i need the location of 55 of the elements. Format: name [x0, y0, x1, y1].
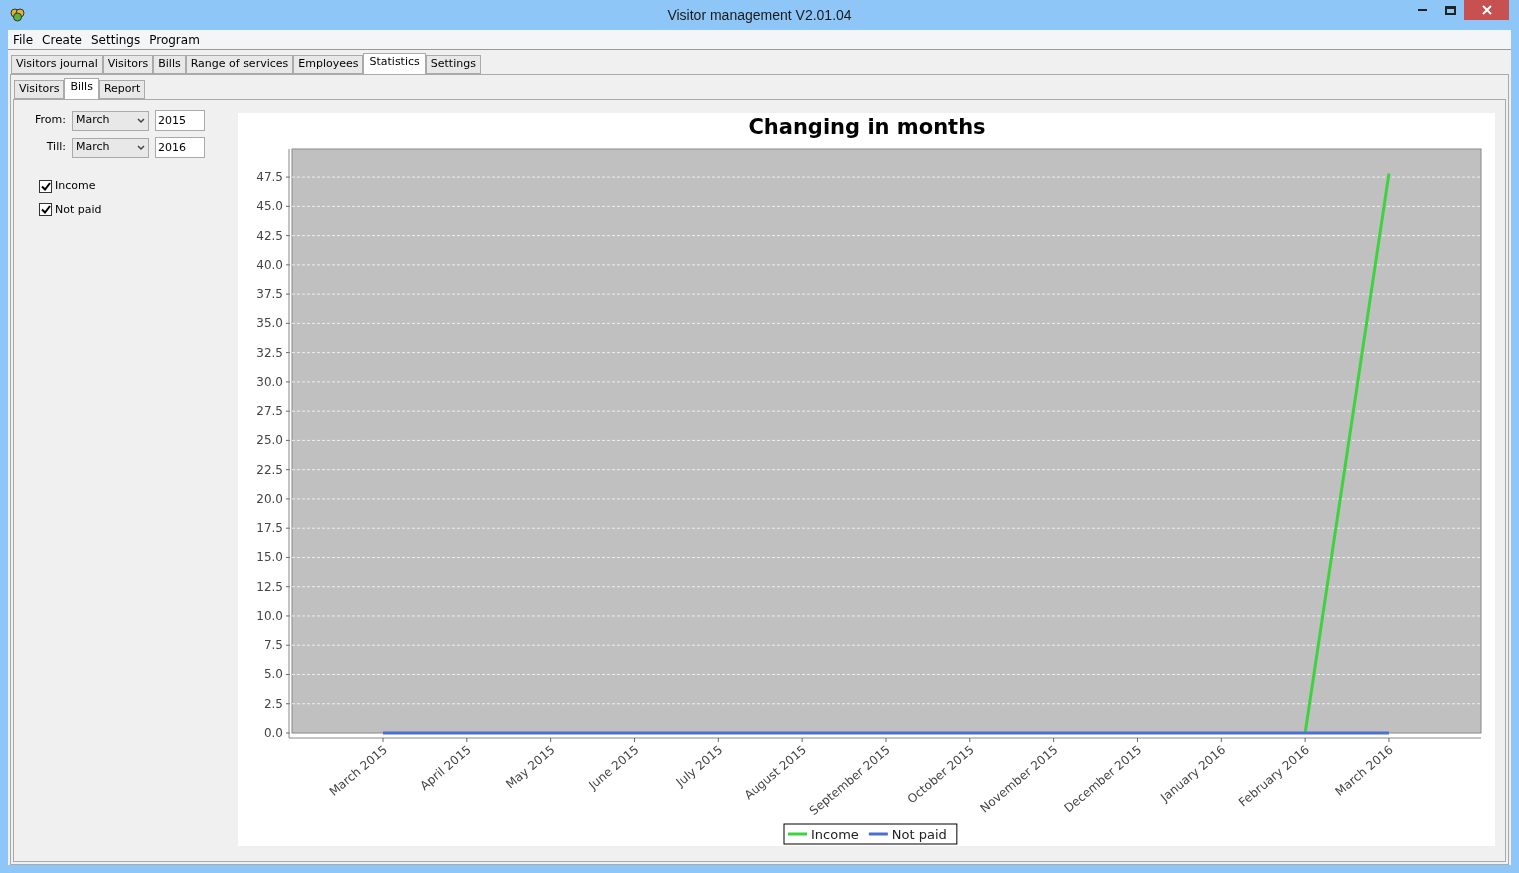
checkbox[interactable]	[39, 203, 52, 217]
tab[interactable]: Visitors journal	[11, 55, 103, 74]
y-tick-label: 10.0	[256, 608, 283, 623]
month-dropdown[interactable]: March	[72, 110, 149, 131]
y-tick-label: 40.0	[256, 257, 283, 272]
checkbox-label: Income	[55, 178, 96, 194]
tab[interactable]: Visitors	[102, 55, 154, 74]
field-label: From:	[34, 112, 66, 129]
tab[interactable]: Statistics	[363, 53, 426, 74]
y-tick-label: 12.5	[256, 579, 283, 594]
legend-label: Income	[811, 827, 859, 842]
y-tick-label: 27.5	[256, 404, 283, 419]
y-tick-label: 47.5	[256, 170, 283, 185]
menu-item[interactable]: Program	[148, 30, 201, 49]
legend-label: Not paid	[891, 827, 947, 842]
year-field[interactable]: 2016	[155, 137, 205, 158]
close-icon	[1481, 5, 1492, 15]
checkbox-label: Not paid	[55, 201, 102, 218]
y-tick-label: 30.0	[256, 374, 283, 389]
y-tick-label: 35.0	[256, 316, 283, 331]
y-tick-label: 25.0	[256, 433, 283, 448]
checkbox[interactable]	[39, 179, 52, 193]
y-tick-label: 7.5	[263, 638, 283, 653]
tab[interactable]: Employees	[293, 55, 364, 74]
y-tick-label: 42.5	[256, 228, 283, 243]
y-tick-label: 15.0	[256, 550, 283, 565]
y-tick-label: 37.5	[256, 287, 283, 302]
y-tick-label: 22.5	[256, 462, 283, 477]
menu-item[interactable]: Settings	[89, 30, 142, 49]
y-tick-label: 5.0	[263, 667, 283, 682]
legend-swatch-icon	[788, 832, 807, 836]
tab[interactable]: Report	[98, 80, 146, 99]
chevron-down-icon	[137, 117, 145, 124]
tab[interactable]: Visitors	[14, 80, 65, 99]
tab[interactable]: Range of services	[185, 55, 294, 74]
month-dropdown[interactable]: March	[72, 137, 149, 158]
chevron-down-icon	[137, 144, 145, 151]
tab[interactable]: Settings	[425, 55, 481, 74]
window-title: Visitor management V2.01.04	[667, 5, 852, 25]
year-field[interactable]: 2015	[155, 110, 205, 131]
close-button[interactable]	[1464, 0, 1509, 20]
y-tick-label: 32.5	[256, 345, 283, 360]
app-logo-icon	[10, 8, 25, 22]
legend-swatch-icon	[868, 832, 888, 836]
y-tick-label: 20.0	[256, 491, 283, 506]
y-tick-label: 17.5	[256, 521, 283, 536]
y-tick-label: 45.0	[256, 199, 283, 214]
y-tick-label: 0.0	[263, 726, 283, 740]
menu-item[interactable]: File	[12, 30, 35, 49]
y-tick-label: 2.5	[263, 696, 283, 711]
tab[interactable]: Bills	[153, 55, 186, 74]
menu-item[interactable]: Create	[41, 30, 83, 49]
field-label: Till:	[45, 139, 66, 156]
chart-title: Changing in months	[748, 115, 986, 139]
tab[interactable]: Bills	[64, 78, 99, 99]
